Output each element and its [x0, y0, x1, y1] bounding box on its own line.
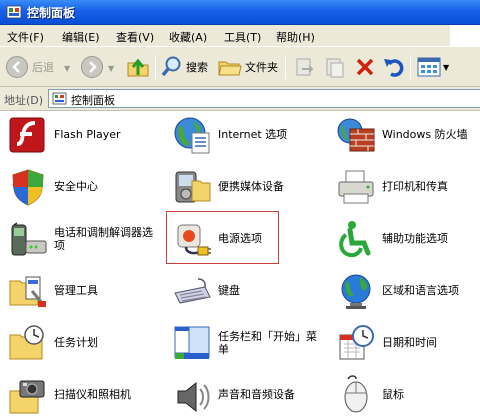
folders-icon	[218, 61, 242, 76]
item-label: 安全中心	[54, 180, 98, 193]
item-label: 打印机和传真	[382, 180, 448, 193]
globe-document-icon	[174, 117, 210, 154]
item-keyboard[interactable]: 键盘	[172, 267, 322, 315]
shield-icon	[12, 169, 44, 206]
menu-view[interactable]: 查看(V)	[116, 29, 154, 45]
item-label: 便携媒体设备	[218, 180, 284, 193]
menu-favorites[interactable]: 收藏(A)	[169, 29, 207, 45]
item-label: 声音和音频设备	[218, 388, 295, 401]
back-dropdown-icon[interactable]: ▼	[64, 64, 70, 73]
keyboard-icon	[174, 278, 211, 304]
accessibility-icon	[339, 221, 371, 258]
control-panel-small-icon	[52, 92, 67, 105]
item-label: 任务计划	[54, 336, 98, 349]
back-label: 后退	[32, 61, 54, 74]
taskbar-icon	[174, 326, 210, 359]
item-scheduled-tasks[interactable]: 任务计划	[8, 319, 158, 367]
item-phone-and-modem-options[interactable]: 电话和调制解调器选项	[8, 215, 158, 263]
highlight-box	[166, 211, 279, 264]
menu-file[interactable]: 文件(F)	[7, 29, 44, 45]
admin-tools-icon	[9, 276, 46, 307]
search-icon	[161, 56, 181, 77]
item-label: 扫描仪和照相机	[54, 388, 131, 401]
calendar-clock-icon	[339, 325, 374, 360]
windows-logo	[450, 25, 480, 47]
copy-to-icon[interactable]	[324, 57, 346, 79]
item-label: Windows 防火墙	[382, 128, 468, 141]
back-button[interactable]: 后退	[5, 55, 54, 79]
menu-help[interactable]: 帮助(H)	[276, 29, 315, 45]
item-taskbar-and-start-menu[interactable]: 任务栏和「开始」菜单	[172, 319, 322, 367]
up-button[interactable]	[126, 55, 150, 79]
toolbar: 后退 ▼ ▼ 搜索 文件夹 ▼	[0, 47, 480, 87]
item-administrative-tools[interactable]: 管理工具	[8, 267, 158, 315]
folder-up-icon	[127, 58, 149, 77]
item-printers-and-faxes[interactable]: 打印机和传真	[336, 163, 480, 211]
address-input[interactable]: 控制面板	[48, 89, 480, 108]
scheduled-tasks-icon	[9, 325, 44, 360]
control-panel-icon	[6, 5, 22, 19]
item-label: Flash Player	[54, 128, 121, 141]
item-label: 鼠标	[382, 388, 404, 401]
item-accessibility-options[interactable]: 辅助功能选项	[336, 215, 480, 263]
item-label: 辅助功能选项	[382, 232, 448, 245]
address-value: 控制面板	[71, 94, 115, 107]
item-security-center[interactable]: 安全中心	[8, 163, 158, 211]
menu-bar: 文件(F) 编辑(E) 查看(V) 收藏(A) 工具(T) 帮助(H)	[0, 25, 480, 47]
window-title: 控制面板	[27, 6, 76, 20]
flash-icon	[9, 117, 45, 153]
item-label: 任务栏和「开始」菜单	[218, 330, 317, 356]
search-label: 搜索	[186, 61, 208, 74]
item-date-and-time[interactable]: 日期和时间	[336, 319, 480, 367]
undo-icon[interactable]	[383, 56, 405, 78]
mouse-icon	[344, 375, 368, 413]
menu-edit[interactable]: 编辑(E)	[62, 29, 100, 45]
item-flash-player[interactable]: Flash Player	[8, 111, 158, 159]
printer-icon	[338, 170, 374, 204]
speaker-icon	[177, 381, 210, 413]
item-sounds-and-audio-devices[interactable]: 声音和音频设备	[172, 371, 322, 419]
item-label: 管理工具	[54, 284, 98, 297]
phone-icon	[11, 222, 47, 256]
menu-tools[interactable]: 工具(T)	[224, 29, 261, 45]
item-label: 电话和调制解调器选项	[54, 226, 153, 252]
folders-label: 文件夹	[245, 61, 278, 74]
item-regional-and-language-options[interactable]: 区域和语言选项	[336, 267, 480, 315]
search-button[interactable]: 搜索	[161, 55, 208, 79]
item-label: 区域和语言选项	[382, 284, 459, 297]
forward-arrow-icon	[81, 56, 103, 78]
item-label: 日期和时间	[382, 336, 437, 349]
item-windows-firewall[interactable]: Windows 防火墙	[336, 111, 480, 159]
move-to-icon[interactable]	[294, 57, 316, 79]
views-dropdown-icon: ▼	[443, 62, 450, 72]
item-label: Internet 选项	[218, 128, 288, 141]
address-bar: 地址(D) 控制面板	[0, 87, 480, 111]
item-portable-media-devices[interactable]: 便携媒体设备	[172, 163, 322, 211]
forward-dropdown-icon[interactable]: ▼	[108, 64, 114, 73]
item-internet-options[interactable]: Internet 选项	[172, 111, 322, 159]
title-bar[interactable]: 控制面板	[0, 0, 480, 25]
control-panel-items: Flash Player Internet 选项 Windows 防火墙 安全中…	[0, 111, 480, 419]
item-scanners-and-cameras[interactable]: 扫描仪和照相机	[8, 371, 158, 419]
folders-button[interactable]: 文件夹	[218, 55, 278, 79]
delete-icon[interactable]	[354, 56, 376, 78]
media-device-icon	[175, 171, 211, 203]
scanner-camera-icon	[9, 380, 45, 414]
views-button[interactable]: ▼	[417, 56, 449, 78]
back-arrow-icon	[6, 56, 28, 78]
forward-button[interactable]	[80, 55, 104, 79]
views-icon	[417, 57, 441, 77]
item-label: 键盘	[218, 284, 240, 297]
item-mouse[interactable]: 鼠标	[336, 371, 480, 419]
address-label: 地址(D)	[4, 94, 44, 107]
firewall-icon	[337, 118, 375, 152]
globe-icon	[341, 274, 371, 309]
